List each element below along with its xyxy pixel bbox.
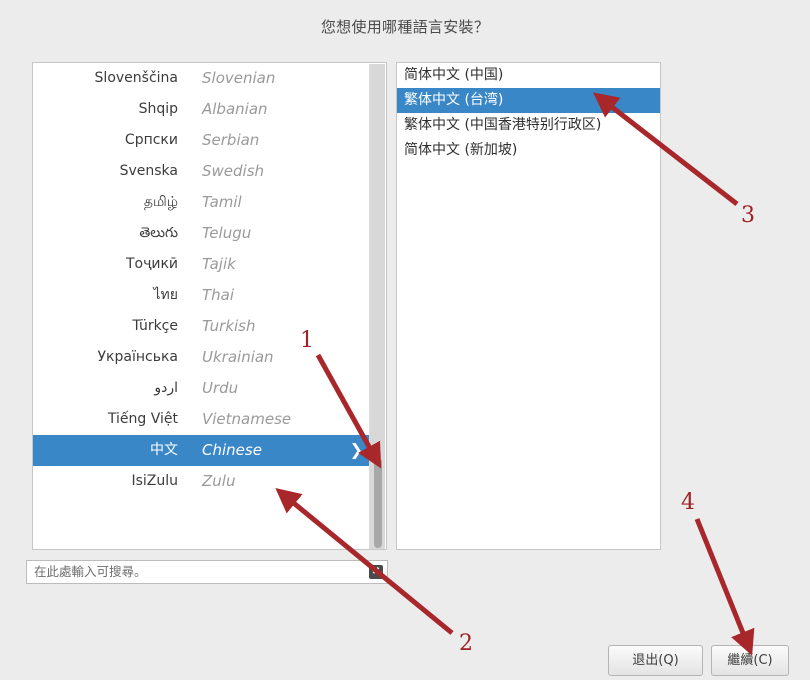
- language-english-name: Serbian: [202, 131, 260, 149]
- variant-list-item[interactable]: 简体中文 (中国): [397, 63, 660, 88]
- language-english-name: Swedish: [202, 162, 265, 180]
- language-list-item[interactable]: ShqipAlbanian❯: [33, 94, 371, 125]
- language-native-name: 中文: [150, 442, 178, 458]
- annotation-number-3: 3: [741, 203, 755, 228]
- annotation-number-2: 2: [459, 631, 473, 656]
- language-native-name: IsiZulu: [131, 473, 178, 489]
- variant-list-item[interactable]: 简体中文 (新加坡): [397, 138, 660, 163]
- language-native-name: Tiếng Việt: [107, 411, 178, 427]
- language-english-name: Urdu: [202, 379, 239, 397]
- language-english-name: Ukrainian: [202, 348, 274, 366]
- language-list-panel[interactable]: SlovenščinaSlovenian❯ShqipAlbanian❯Српск…: [32, 62, 387, 550]
- language-english-name: Zulu: [202, 472, 236, 490]
- language-native-name: اردو: [154, 380, 178, 396]
- search-input-placeholder: 在此處輸入可搜尋。: [34, 564, 147, 579]
- language-english-name: Vietnamese: [202, 410, 292, 428]
- language-english-name: Chinese: [202, 441, 262, 459]
- language-native-name: Српски: [124, 132, 178, 148]
- search-input[interactable]: 在此處輸入可搜尋。 ✖: [26, 560, 388, 584]
- language-native-name: தமிழ்: [143, 194, 178, 210]
- language-list-item[interactable]: IsiZuluZulu❯: [33, 466, 371, 497]
- language-list-item[interactable]: TürkçeTurkish❯: [33, 311, 371, 342]
- language-english-name: Telugu: [202, 224, 252, 242]
- variant-list-item[interactable]: 繁体中文 (中国香港特别行政区): [397, 113, 660, 138]
- language-list-item[interactable]: УкраїнськаUkrainian❯: [33, 342, 371, 373]
- language-native-name: Українська: [97, 349, 178, 365]
- language-english-name: Turkish: [202, 317, 256, 335]
- chevron-right-icon: ❯: [349, 440, 363, 459]
- language-list-item[interactable]: ไทยThai❯: [33, 280, 371, 311]
- language-list-scrollbar[interactable]: [369, 64, 385, 549]
- quit-button[interactable]: 退出(Q): [608, 645, 703, 676]
- language-english-name: Albanian: [202, 100, 268, 118]
- language-native-name: Shqip: [138, 101, 178, 117]
- language-english-name: Thai: [202, 286, 235, 304]
- language-list-item[interactable]: СрпскиSerbian❯: [33, 125, 371, 156]
- language-list-scrollbar-thumb[interactable]: [374, 458, 382, 548]
- continue-button[interactable]: 繼續(C): [711, 645, 789, 676]
- language-list-item[interactable]: தமிழ்Tamil❯: [33, 187, 371, 218]
- language-list-item[interactable]: SvenskaSwedish❯: [33, 156, 371, 187]
- language-native-name: Türkçe: [132, 318, 178, 334]
- language-native-name: Тоҷикӣ: [125, 256, 178, 272]
- language-list-viewport[interactable]: SlovenščinaSlovenian❯ShqipAlbanian❯Српск…: [33, 63, 371, 549]
- page-title: 您想使用哪種語言安裝？: [320, 18, 490, 36]
- language-native-name: Slovenščina: [94, 70, 178, 86]
- language-list-item[interactable]: SlovenščinaSlovenian❯: [33, 63, 371, 94]
- language-variant-list-panel[interactable]: 简体中文 (中国) 繁体中文 (台湾) 繁体中文 (中国香港特别行政区) 简体中文 (…: [396, 62, 661, 550]
- language-list-item[interactable]: ТоҷикӣTajik❯: [33, 249, 371, 280]
- language-native-name: తెలుగు: [139, 225, 178, 241]
- language-native-name: Svenska: [119, 163, 178, 179]
- annotation-arrow-4: [694, 518, 755, 656]
- language-list-item[interactable]: 中文 Chinese ❯: [33, 435, 371, 466]
- language-native-name: ไทย: [153, 287, 178, 303]
- language-english-name: Slovenian: [202, 69, 276, 87]
- clear-search-icon[interactable]: ✖: [369, 565, 383, 579]
- variant-list-item[interactable]: 繁体中文 (台湾): [397, 88, 660, 113]
- language-english-name: Tajik: [202, 255, 236, 273]
- language-list-item[interactable]: اردوUrdu❯: [33, 373, 371, 404]
- language-list-item[interactable]: తెలుగుTelugu❯: [33, 218, 371, 249]
- annotation-number-4: 4: [681, 490, 695, 515]
- language-english-name: Tamil: [202, 193, 242, 211]
- language-list-item[interactable]: Tiếng ViệtVietnamese❯: [33, 404, 371, 435]
